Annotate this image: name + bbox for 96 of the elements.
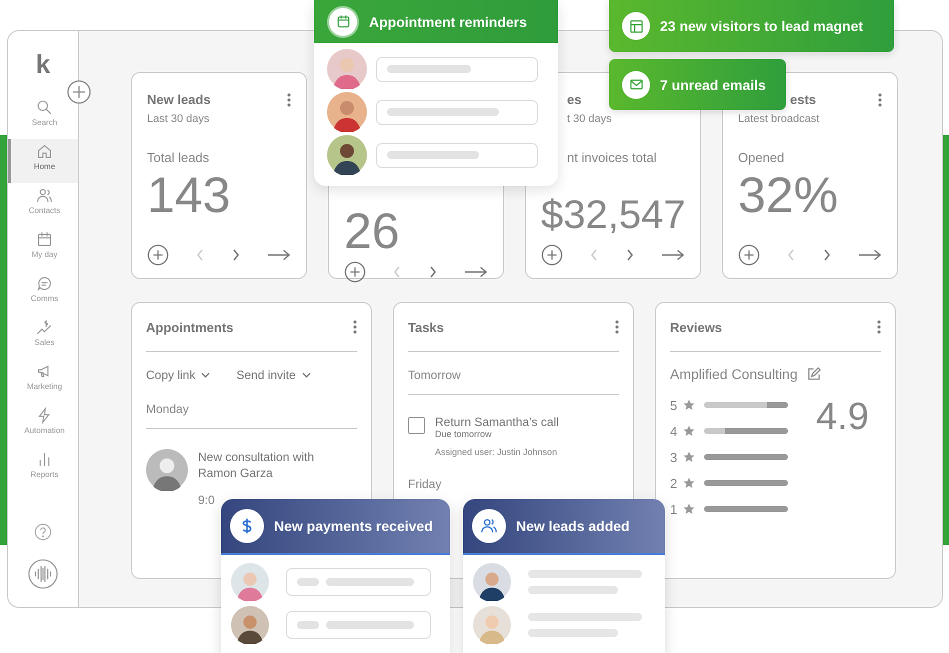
metric-label: Opened <box>738 150 786 165</box>
chart-line-icon <box>36 319 53 336</box>
card-title: New leads <box>147 92 211 107</box>
business-name: Amplified Consulting <box>670 366 798 382</box>
card-subtitle: Latest broadcast <box>738 113 820 126</box>
voice-icon[interactable] <box>28 559 58 589</box>
star-icon <box>683 477 695 489</box>
nav-item[interactable]: My day <box>8 227 78 271</box>
more-icon[interactable] <box>287 92 291 106</box>
calendar-icon <box>36 231 53 248</box>
card-title: Appointments <box>146 320 234 334</box>
avatar <box>473 606 511 644</box>
nav-item[interactable]: Reports <box>8 447 78 491</box>
arrow-right-icon[interactable] <box>267 248 291 262</box>
popup-title: New leads added <box>516 518 630 534</box>
add-icon[interactable] <box>344 261 366 283</box>
card-subtitle: Last 30 days <box>147 113 210 126</box>
card-subtitle: t 30 days <box>566 113 613 126</box>
card-title: Tasks <box>408 320 444 334</box>
metric-value: 32% <box>738 166 840 225</box>
logo: k <box>36 49 50 79</box>
people-icon <box>36 187 53 204</box>
task-title: Return Samantha’s call <box>435 415 559 429</box>
checkbox[interactable] <box>408 417 425 434</box>
metric-value: $32,547 <box>541 192 687 239</box>
avatar <box>327 49 367 89</box>
bolt-icon <box>36 407 53 424</box>
metric-label: Total leads <box>147 150 210 165</box>
star-count: 2 <box>670 476 678 490</box>
notification-text: 23 new visitors to lead magnet <box>660 18 864 34</box>
chevron-right-icon[interactable] <box>625 247 635 263</box>
card-title: es <box>566 92 582 107</box>
home-icon <box>36 143 53 160</box>
star-icon <box>683 503 695 515</box>
day-heading: Friday <box>408 477 442 493</box>
star-icon <box>683 451 695 463</box>
more-icon[interactable] <box>615 320 619 334</box>
avatar <box>231 563 269 601</box>
appointment-time: 9:0 <box>198 493 216 507</box>
avatar <box>473 563 511 601</box>
day-heading: Tomorrow <box>408 368 462 384</box>
nav-item[interactable]: Marketing <box>8 359 78 403</box>
task-assignee: Assigned user: Justin Johnson <box>435 447 558 457</box>
dropdown-button[interactable]: Send invite <box>236 368 311 382</box>
more-icon[interactable] <box>353 320 357 334</box>
avatar <box>146 449 188 491</box>
avatar <box>231 606 269 644</box>
search-icon <box>36 99 53 116</box>
arrow-right-icon[interactable] <box>858 248 882 262</box>
star-count: 4 <box>670 424 678 438</box>
nav-item[interactable]: Sales <box>8 315 78 359</box>
card-title: ests <box>789 92 816 107</box>
chevron-right-icon[interactable] <box>231 247 241 263</box>
star-count: 5 <box>670 398 678 412</box>
task-due: Due tomorrow <box>435 429 493 439</box>
notification-text: 7 unread emails <box>660 76 766 92</box>
avatar <box>327 135 367 175</box>
arrow-right-icon[interactable] <box>464 265 488 279</box>
chevron-right-icon[interactable] <box>428 264 438 280</box>
calendar-icon <box>336 14 350 29</box>
arrow-right-icon[interactable] <box>661 248 685 262</box>
people-icon <box>480 517 498 535</box>
metric-value: 143 <box>147 166 232 225</box>
avatar <box>327 92 367 132</box>
popup-title: Appointment reminders <box>369 14 527 30</box>
caret-icon <box>201 372 210 378</box>
card-title: Reviews <box>670 320 722 334</box>
star-icon <box>683 399 695 411</box>
star-count: 3 <box>670 450 678 464</box>
edit-icon[interactable] <box>806 366 821 382</box>
nav-item[interactable]: Contacts <box>8 183 78 227</box>
dropdown-button[interactable]: Copy link <box>146 368 210 382</box>
more-icon[interactable] <box>877 320 881 334</box>
nav-item[interactable]: Search <box>8 95 78 139</box>
mail-icon <box>628 77 644 92</box>
layout-icon <box>628 18 644 34</box>
chat-icon <box>36 275 53 292</box>
appointment-title: New consultation with Ramon Garza <box>198 449 316 481</box>
add-icon[interactable] <box>67 80 91 104</box>
rating-value: 4.9 <box>816 396 869 440</box>
star-icon <box>683 425 695 437</box>
metric-label: nt invoices total <box>566 150 658 165</box>
nav-item[interactable]: Comms <box>8 271 78 315</box>
popup-title: New payments received <box>274 518 433 534</box>
nav-item[interactable]: Home <box>8 139 78 183</box>
day-heading: Monday <box>146 402 190 418</box>
help-icon[interactable] <box>34 523 52 541</box>
chevron-right-icon[interactable] <box>822 247 832 263</box>
star-count: 1 <box>670 502 678 516</box>
add-icon[interactable] <box>541 244 563 266</box>
add-icon[interactable] <box>738 244 760 266</box>
metric-value: 26 <box>344 202 401 261</box>
caret-icon <box>302 372 311 378</box>
add-icon[interactable] <box>147 244 169 266</box>
nav-item[interactable]: Automation <box>8 403 78 447</box>
more-icon[interactable] <box>878 92 882 106</box>
